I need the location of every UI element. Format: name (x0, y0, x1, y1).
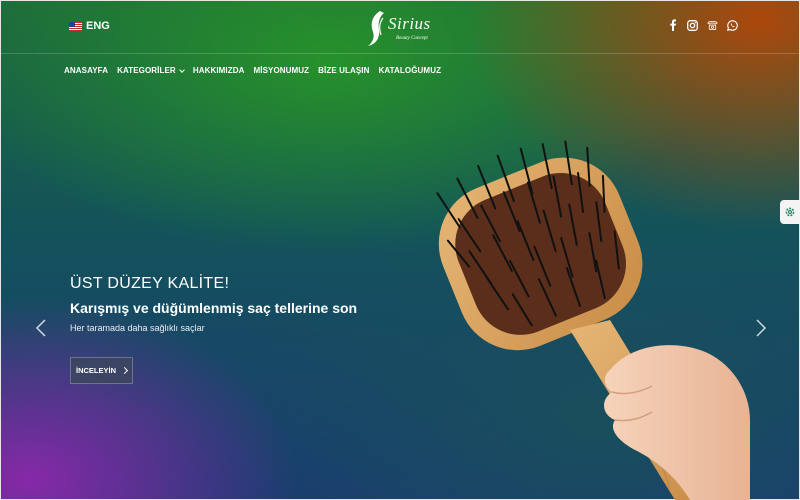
hero-product-image (436, 140, 750, 500)
chevron-down-icon (178, 66, 185, 73)
nav-item-categories-label: KATEGORİLER (117, 66, 176, 75)
logo-tagline: Beauty Concept (396, 36, 428, 41)
settings-tab[interactable] (780, 200, 800, 224)
hero-description: Her taramada daha sağlıklı saçlar (70, 323, 205, 333)
us-flag-icon (69, 21, 82, 31)
whatsapp-icon[interactable] (727, 19, 738, 31)
hero-title: ÜST DÜZEY KALİTE! (70, 275, 230, 292)
facebook-icon[interactable] (667, 19, 678, 31)
phone-icon[interactable] (707, 19, 718, 31)
explore-button-label: İNCELEYİN (75, 366, 116, 375)
logo-silhouette-icon (368, 11, 384, 46)
nav-item-categories[interactable]: KATEGORİLER (117, 66, 185, 75)
social-links (667, 19, 738, 31)
instagram-icon[interactable] (687, 19, 698, 31)
site-logo[interactable]: Sirius Beauty Concept (366, 8, 438, 48)
main-nav: ANASAYFA KATEGORİLER HAKKIMIZDA MİSYONUM… (64, 66, 441, 75)
nav-item-about[interactable]: HAKKIMIZDA (193, 66, 245, 75)
chevron-right-icon (120, 366, 129, 375)
nav-item-contact[interactable]: BİZE ULAŞIN (318, 66, 369, 75)
slider-next-arrow[interactable] (754, 318, 768, 338)
slider-prev-arrow[interactable] (34, 318, 48, 338)
explore-button[interactable]: İNCELEYİN (70, 357, 133, 384)
logo-wordmark: Sirius (388, 14, 431, 33)
nav-item-mission[interactable]: MİSYONUMUZ (253, 66, 309, 75)
gear-icon (785, 207, 795, 217)
top-bar: ENG Sirius Beauty Concept (0, 0, 800, 54)
language-label: ENG (86, 20, 110, 32)
nav-item-home[interactable]: ANASAYFA (64, 66, 108, 75)
nav-item-catalog[interactable]: KATALOĞUMUZ (378, 66, 441, 75)
language-switcher[interactable]: ENG (69, 20, 110, 32)
hero-subtitle: Karışmış ve düğümlenmiş saç tellerine so… (70, 300, 358, 316)
